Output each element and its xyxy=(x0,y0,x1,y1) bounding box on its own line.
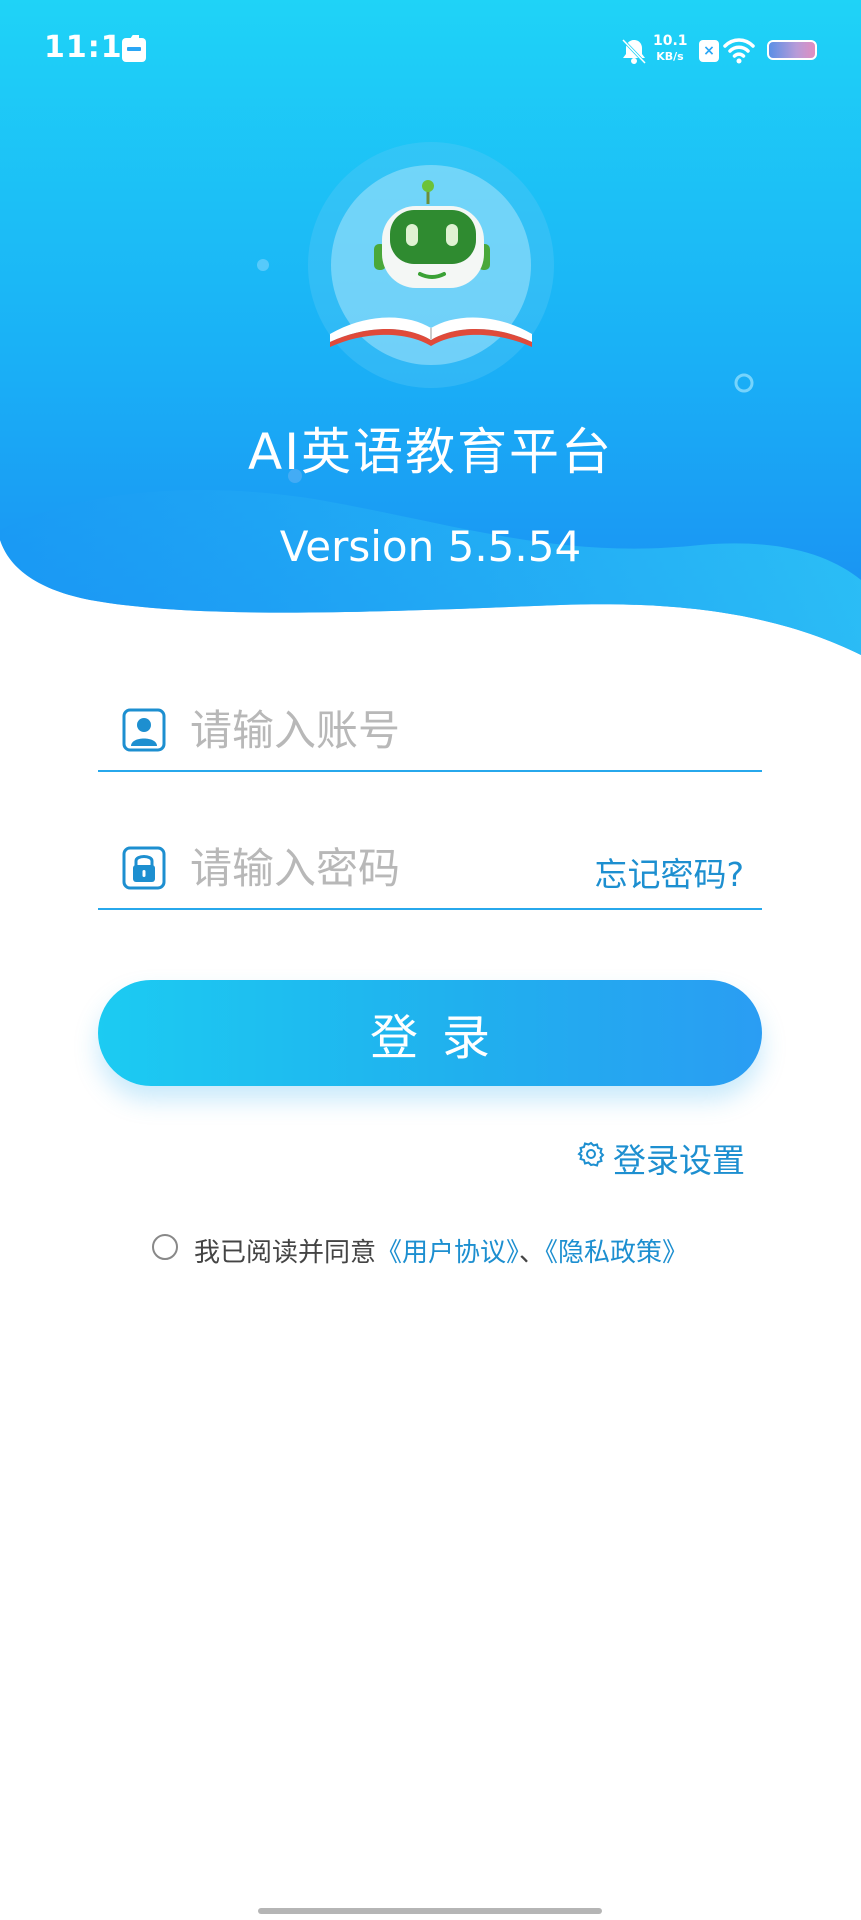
agreement-prefix: 我已阅读并同意 xyxy=(194,1238,377,1268)
status-icons: 10.1 KB/s × xyxy=(517,34,817,68)
network-speed: 10.1 KB/s xyxy=(653,33,688,64)
robot-book-logo-icon xyxy=(308,142,554,388)
app-logo xyxy=(308,142,554,388)
notification-icon xyxy=(122,38,146,62)
network-speed-unit: KB/s xyxy=(656,50,684,63)
app-version: Version 5.5.54 xyxy=(279,522,582,571)
account-input[interactable] xyxy=(190,700,570,760)
login-button[interactable]: 登录 xyxy=(98,980,762,1086)
home-indicator[interactable] xyxy=(258,1908,602,1914)
forgot-password-link[interactable]: 忘记密码? xyxy=(594,848,744,896)
lock-icon xyxy=(122,846,166,890)
wifi-icon xyxy=(723,38,755,64)
user-icon xyxy=(122,708,166,752)
agreement-text: 我已阅读并同意《用户协议》、《隐私政策》 xyxy=(194,1232,688,1269)
account-field xyxy=(98,672,762,772)
user-agreement-link[interactable]: 《用户协议》 xyxy=(376,1238,519,1268)
battery-icon xyxy=(767,40,817,60)
password-input[interactable] xyxy=(190,838,570,898)
status-bar: 11:14 10.1 KB/s × xyxy=(0,0,861,100)
agreement-checkbox[interactable] xyxy=(152,1234,178,1260)
no-sim-icon: × xyxy=(699,40,719,62)
bell-muted-icon xyxy=(621,38,647,65)
login-settings-link[interactable]: 登录设置 xyxy=(577,1134,745,1180)
app-title: AI英语教育平台 xyxy=(248,423,613,481)
agreement-separator: 、 xyxy=(519,1238,546,1268)
gear-icon xyxy=(577,1141,605,1167)
login-settings-label: 登录设置 xyxy=(613,1141,745,1180)
password-field: 忘记密码? xyxy=(98,810,762,910)
privacy-policy-link[interactable]: 《隐私政策》 xyxy=(545,1238,688,1268)
network-speed-value: 10.1 xyxy=(653,33,688,49)
